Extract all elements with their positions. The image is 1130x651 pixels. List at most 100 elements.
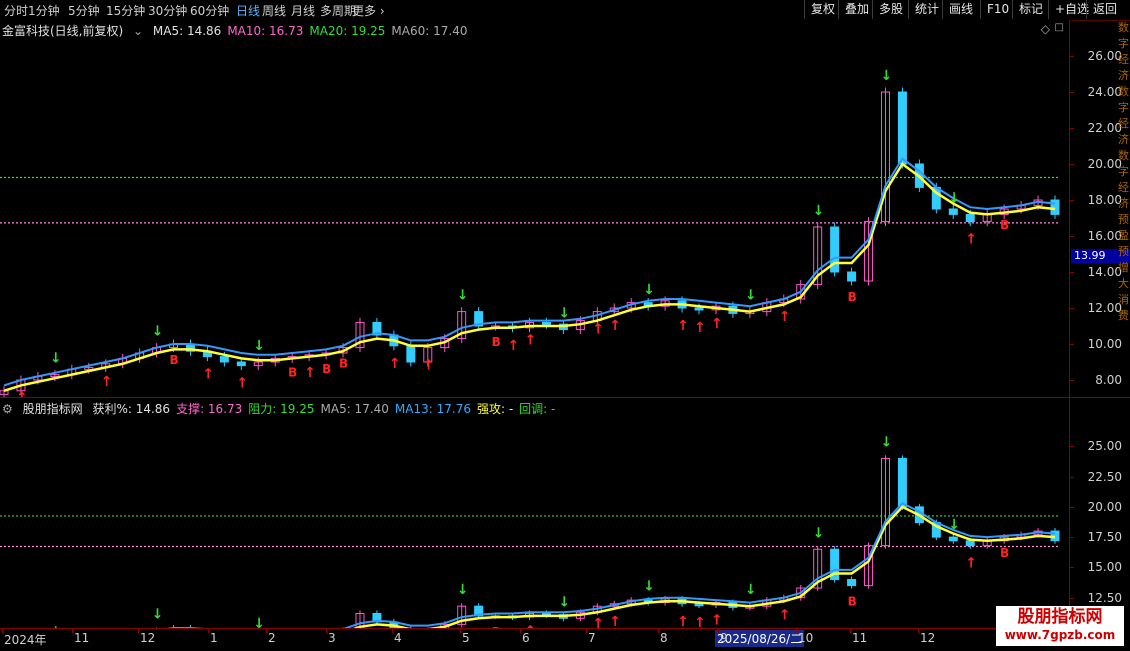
buy-arrow-icon: ↑ bbox=[423, 358, 435, 374]
y-tick-label: 22.00 bbox=[1070, 121, 1122, 135]
y-tick-label: 15.00 bbox=[1070, 560, 1122, 574]
sell-arrow-icon: ↓ bbox=[880, 68, 892, 84]
sell-arrow-icon: ↓ bbox=[558, 306, 570, 322]
x-tick-label: 4 bbox=[392, 629, 402, 645]
period-tab-5[interactable]: 60分钟 bbox=[190, 2, 229, 19]
buy-arrow-icon: ↑ bbox=[711, 316, 723, 332]
sell-arrow-icon: ↓ bbox=[880, 434, 892, 450]
period-tab-3[interactable]: 15分钟 bbox=[106, 2, 145, 19]
x-tick-label: 8 bbox=[658, 629, 668, 645]
candle-body bbox=[897, 91, 907, 165]
x-tick-label: 3 bbox=[326, 629, 336, 645]
y-tick-label: 20.00 bbox=[1070, 500, 1122, 514]
period-tab-9[interactable]: 多周期 bbox=[320, 2, 356, 19]
candle-body bbox=[965, 213, 975, 223]
buy-arrow-icon: ↑ bbox=[508, 338, 520, 354]
sell-arrow-icon: ↓ bbox=[50, 351, 62, 367]
y-tick-label: 26.00 bbox=[1070, 49, 1122, 63]
y-tick-label: 14.00 bbox=[1070, 265, 1122, 279]
period-tab-4[interactable]: 30分钟 bbox=[148, 2, 187, 19]
y-tick-label: 12.00 bbox=[1070, 301, 1122, 315]
candle-body bbox=[694, 307, 704, 311]
candle-body bbox=[541, 321, 551, 325]
candle-body bbox=[847, 579, 857, 587]
b-signal-marker: B bbox=[848, 290, 857, 304]
candle-body bbox=[694, 603, 704, 607]
sell-arrow-icon: ↓ bbox=[813, 525, 825, 541]
sell-arrow-icon: ↓ bbox=[948, 517, 960, 533]
period-tab-2[interactable]: 5分钟 bbox=[68, 2, 100, 19]
buy-arrow-icon: ↑ bbox=[592, 322, 604, 338]
y-tick-label: 16.00 bbox=[1070, 229, 1122, 243]
period-tab-8[interactable]: 月线 bbox=[291, 2, 315, 19]
x-tick-label: 11 bbox=[71, 629, 90, 645]
candle-body bbox=[948, 536, 958, 542]
toolbar-button-8[interactable]: 返回 bbox=[1086, 0, 1123, 19]
b-signal-marker: B bbox=[1000, 546, 1009, 560]
cursor-date-label: 2025/08/26/二 bbox=[715, 630, 805, 647]
sell-arrow-icon: ↓ bbox=[152, 324, 164, 340]
toolbar-button-0[interactable]: 复权 bbox=[804, 0, 841, 19]
sell-arrow-icon: ↓ bbox=[152, 606, 164, 622]
y-tick-label: 24.00 bbox=[1070, 85, 1122, 99]
x-tick-label: 7 bbox=[586, 629, 596, 645]
buy-arrow-icon: ↑ bbox=[609, 318, 621, 334]
x-tick-label: 12 bbox=[137, 629, 156, 645]
toolbar-button-2[interactable]: 多股 bbox=[872, 0, 909, 19]
x-tick-label: 2024年 bbox=[2, 629, 47, 647]
candle-body bbox=[1050, 199, 1060, 215]
toolbar-button-6[interactable]: 标记 bbox=[1012, 0, 1049, 19]
buy-arrow-icon: ↑ bbox=[609, 614, 621, 628]
period-tab-10[interactable]: 更多 › bbox=[352, 2, 385, 19]
watermark-url: www.7gpzb.com bbox=[1004, 628, 1116, 642]
x-tick-label: 11 bbox=[849, 629, 868, 645]
y-tick-label: 25.00 bbox=[1070, 439, 1122, 453]
sell-arrow-icon: ↓ bbox=[253, 616, 265, 628]
toolbar-button-5[interactable]: F10 bbox=[980, 0, 1015, 19]
b-signal-marker: B bbox=[288, 366, 297, 380]
watermark-name: 股朋指标网 bbox=[1017, 607, 1103, 627]
period-toolbar: 分时 1分钟 5分钟 15分钟 30分钟 60分钟 日线 周线 月线 多周期 更多 › 复权 叠加 多股… bbox=[0, 0, 1130, 21]
buy-arrow-icon: ↑ bbox=[236, 376, 248, 392]
b-signal-marker: B bbox=[848, 595, 857, 609]
period-tab-7[interactable]: 周线 bbox=[262, 2, 286, 19]
buy-arrow-icon: ↑ bbox=[677, 614, 689, 628]
buy-arrow-icon: ↑ bbox=[779, 309, 791, 325]
x-tick-label: 9 bbox=[718, 629, 728, 645]
sell-arrow-icon: ↓ bbox=[558, 594, 570, 610]
b-signal-marker: B bbox=[170, 353, 179, 367]
sell-arrow-icon: ↓ bbox=[643, 282, 655, 298]
buy-arrow-icon: ↑ bbox=[525, 332, 537, 348]
toolbar-button-1[interactable]: 叠加 bbox=[838, 0, 875, 19]
buy-arrow-icon: ↑ bbox=[202, 367, 214, 383]
period-tab-1[interactable]: 1分钟 bbox=[28, 2, 60, 19]
toolbar-button-3[interactable]: 统计 bbox=[908, 0, 945, 19]
x-tick-label: 2 bbox=[266, 629, 276, 645]
buy-arrow-icon: ↑ bbox=[694, 615, 706, 628]
candle-body bbox=[406, 345, 416, 363]
indicator-axis: 12.50 15.00 17.50 20.00 22.50 25.00 bbox=[1069, 398, 1130, 628]
sell-arrow-icon: ↓ bbox=[253, 338, 265, 354]
period-tab-0[interactable]: 分时 bbox=[4, 2, 28, 19]
x-tick-label: 5 bbox=[460, 629, 470, 645]
buy-arrow-icon: ↑ bbox=[304, 365, 316, 381]
main-price-chart: ↑↓↑↓B↑↑↓B ↑ B B ↑ ↑↓B ↑ ↑↓↑ ↑↓↑ ↑ ↑↓↑↓B↓↓↑B bbox=[0, 68, 1060, 398]
buy-arrow-icon: ↑ bbox=[101, 374, 113, 390]
date-axis: 2025/08/26/二 2024年 11 12 1 2 3 4 5 6 7 8 9 10 11 12 bbox=[0, 628, 1070, 651]
buy-arrow-icon: ↑ bbox=[592, 616, 604, 628]
sell-arrow-icon: ↓ bbox=[457, 582, 469, 598]
sell-arrow-icon: ↓ bbox=[745, 582, 757, 598]
buy-arrow-icon: ↑ bbox=[694, 320, 706, 336]
sell-arrow-icon: ↓ bbox=[643, 579, 655, 595]
buy-arrow-icon: ↑ bbox=[779, 608, 791, 624]
b-signal-marker: B bbox=[492, 335, 501, 349]
candle-body bbox=[847, 271, 857, 282]
buy-arrow-icon: ↑ bbox=[965, 556, 977, 572]
b-signal-marker: B bbox=[322, 362, 331, 376]
indicator-chart: ↑↓↑↓B↑↑↓B↑BB↑↑↓B↑↑↓↑↑↓↑↑↑↓↑↓B↓↓↑B bbox=[0, 434, 1060, 628]
toolbar-button-4[interactable]: 画线 bbox=[942, 0, 979, 19]
y-tick-label: 8.00 bbox=[1070, 373, 1122, 387]
period-tab-6[interactable]: 日线 bbox=[236, 2, 260, 19]
b-signal-marker: B bbox=[339, 357, 348, 371]
y-tick-label: 17.50 bbox=[1070, 530, 1122, 544]
